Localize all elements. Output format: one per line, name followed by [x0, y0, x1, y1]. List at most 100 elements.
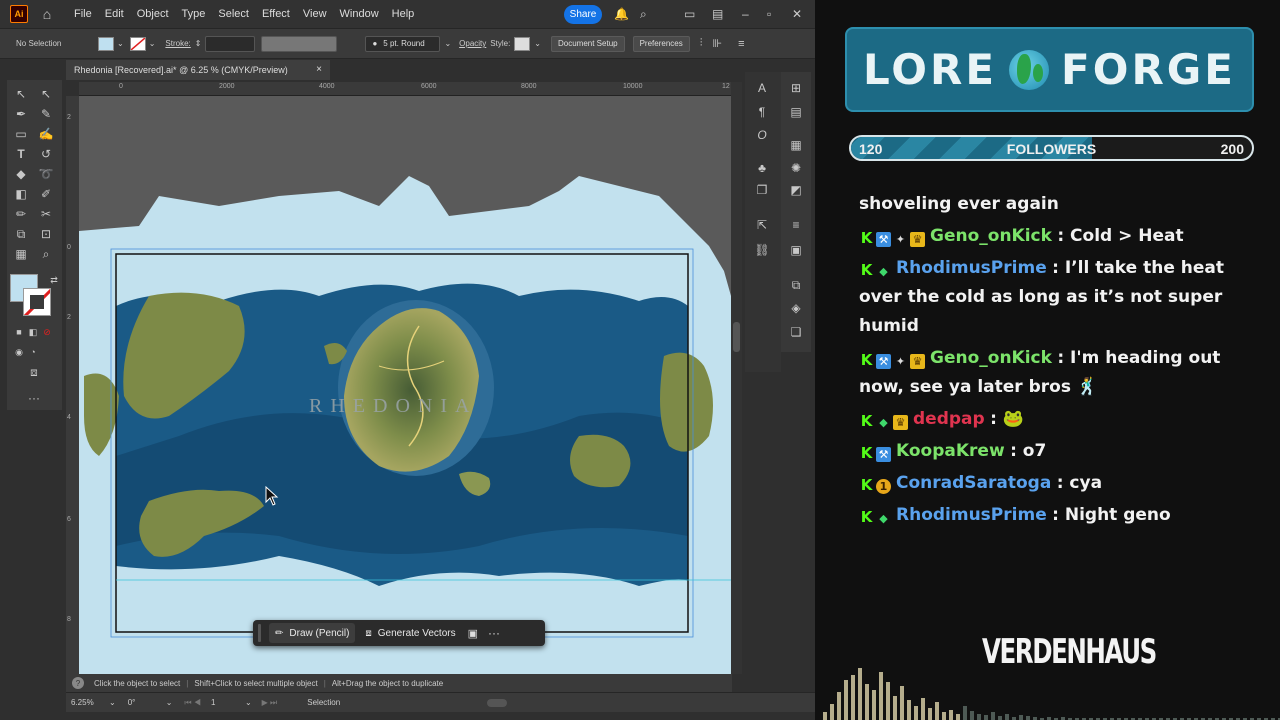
- pathfinder-icon[interactable]: ⧉: [788, 277, 804, 293]
- graph-tool-icon[interactable]: ▦: [12, 246, 30, 262]
- menu-file[interactable]: File: [74, 8, 92, 20]
- fill-swatch[interactable]: [98, 36, 114, 51]
- symbols-icon[interactable]: ♣: [754, 160, 770, 176]
- opacity-label[interactable]: Opacity: [459, 39, 486, 48]
- preferences-button[interactable]: Preferences: [632, 35, 690, 52]
- curvature-tool-icon[interactable]: ✎: [37, 106, 55, 122]
- transform-icon[interactable]: ⊪: [712, 37, 722, 50]
- bell-icon[interactable]: 🔔: [614, 7, 629, 21]
- help-icon[interactable]: ?: [72, 677, 84, 689]
- document-tab[interactable]: Rhedonia [Recovered].ai* @ 6.25 % (CMYK/…: [66, 60, 330, 80]
- rectangle-tool-icon[interactable]: ▭: [12, 126, 30, 142]
- rotation-value[interactable]: 0°: [128, 698, 166, 707]
- more-tools-icon[interactable]: ···: [25, 390, 43, 406]
- properties-icon[interactable]: ⊞: [788, 80, 804, 96]
- width-tool-icon[interactable]: ✂: [37, 206, 55, 222]
- swap-icon[interactable]: ⇄: [45, 272, 63, 288]
- canvas[interactable]: RHEDONIA: [79, 96, 731, 674]
- layers-icon[interactable]: ◈: [788, 300, 804, 316]
- type-tool-icon[interactable]: T: [12, 146, 30, 162]
- draw-inside-icon[interactable]: ◔: [24, 344, 42, 360]
- vertical-scrollbar[interactable]: [731, 82, 742, 674]
- menu-effect[interactable]: Effect: [262, 8, 290, 20]
- paragraph-icon[interactable]: ¶: [754, 104, 770, 120]
- document-setup-button[interactable]: Document Setup: [551, 35, 625, 52]
- chevron-down-icon[interactable]: ⌄: [444, 39, 451, 48]
- graphic-styles-icon[interactable]: ❐: [754, 182, 770, 198]
- brush-field[interactable]: ● 5 pt. Round: [365, 35, 441, 52]
- draw-pencil-button[interactable]: ✏ Draw (Pencil): [269, 623, 356, 643]
- menu-view[interactable]: View: [303, 8, 327, 20]
- export-icon[interactable]: ⇱: [754, 217, 770, 233]
- close-tab-icon[interactable]: ×: [316, 64, 322, 75]
- share-button[interactable]: Share: [564, 5, 602, 24]
- artboard-tool-icon[interactable]: ⊡: [37, 226, 55, 242]
- chevron-down-icon[interactable]: ⌄: [109, 698, 116, 707]
- minimize-icon[interactable]: –: [742, 7, 749, 21]
- screen-mode-icon[interactable]: ⧈: [25, 364, 43, 380]
- eyedropper-tool-icon[interactable]: ✐: [37, 186, 55, 202]
- stepper-icon[interactable]: ⇕: [195, 39, 202, 48]
- search-icon[interactable]: ⌕: [640, 7, 647, 22]
- stroke-panel-icon[interactable]: ≡: [788, 217, 804, 233]
- chevron-down-icon[interactable]: ⌄: [245, 698, 252, 707]
- paintbrush-tool-icon[interactable]: ✍: [37, 126, 55, 142]
- variable-width-field[interactable]: [261, 35, 338, 52]
- menu-window[interactable]: Window: [340, 8, 379, 20]
- style-swatch[interactable]: [514, 36, 531, 51]
- character-icon[interactable]: A: [754, 80, 770, 96]
- artboard-nav-prev-icon[interactable]: ⏮ ◀: [184, 698, 201, 708]
- layers-panel-icon[interactable]: ▤: [788, 104, 804, 120]
- swatches-icon[interactable]: ▦: [788, 137, 804, 153]
- stroke-color-icon[interactable]: [23, 288, 51, 316]
- shape-builder-tool-icon[interactable]: ⧉: [12, 226, 30, 242]
- zoom-level[interactable]: 6.25%: [71, 698, 109, 707]
- opentype-icon[interactable]: O: [754, 127, 770, 143]
- menu-edit[interactable]: Edit: [105, 8, 124, 20]
- align-icon[interactable]: ⫶: [700, 37, 703, 50]
- zoom-tool-icon[interactable]: ⌕: [37, 246, 55, 262]
- workspace-icon[interactable]: ▤: [712, 7, 723, 21]
- image-icon[interactable]: ▣: [468, 627, 478, 640]
- generate-vectors-button[interactable]: ⧈ Generate Vectors: [359, 623, 461, 643]
- stroke-label[interactable]: Stroke:: [165, 39, 190, 48]
- menu-object[interactable]: Object: [137, 8, 169, 20]
- pen-tool-icon[interactable]: ✒: [12, 106, 30, 122]
- direct-selection-tool-icon[interactable]: ↖: [37, 86, 55, 102]
- close-icon[interactable]: ✕: [792, 7, 802, 21]
- artboard-number[interactable]: 1: [211, 698, 245, 707]
- selection-tool-icon[interactable]: ↖: [12, 86, 30, 102]
- chevron-down-icon[interactable]: ⌄: [534, 39, 541, 48]
- menu-help[interactable]: Help: [392, 8, 415, 20]
- stroke-swatch[interactable]: [129, 36, 146, 51]
- gradient-icon[interactable]: ◩: [788, 182, 804, 198]
- horizontal-scroll-thumb[interactable]: [487, 698, 508, 707]
- chevron-down-icon[interactable]: ⌄: [117, 39, 124, 48]
- pencil-tool-icon[interactable]: ✏: [12, 206, 30, 222]
- arrange-icon[interactable]: ▭: [684, 7, 695, 21]
- transparency-icon[interactable]: ▣: [788, 242, 804, 258]
- links-icon[interactable]: ⛓: [754, 242, 770, 258]
- rotate-tool-icon[interactable]: ↺: [37, 146, 55, 162]
- gradient-tool-icon[interactable]: ◧: [12, 186, 30, 202]
- more-options-icon[interactable]: ···: [488, 626, 500, 640]
- chevron-down-icon[interactable]: ⌄: [149, 39, 156, 48]
- stroke-weight-field[interactable]: [205, 35, 256, 52]
- artboards-icon[interactable]: ❏: [788, 324, 804, 340]
- none-mode-icon[interactable]: ⊘: [38, 324, 56, 340]
- menu-icon[interactable]: ≡: [738, 38, 744, 50]
- artboard-nav-next-icon[interactable]: ▶ ⏭: [262, 698, 278, 708]
- rhedonia-map[interactable]: RHEDONIA: [79, 96, 731, 674]
- menu-type[interactable]: Type: [182, 8, 206, 20]
- menu-select[interactable]: Select: [218, 8, 249, 20]
- kick-badge-icon: K: [860, 351, 873, 369]
- scroll-thumb[interactable]: [733, 322, 740, 352]
- eraser-tool-icon[interactable]: ◆: [12, 166, 30, 182]
- home-icon[interactable]: ⌂: [38, 5, 56, 23]
- lasso-tool-icon[interactable]: ➰: [37, 166, 55, 182]
- ruler-label: 4: [67, 414, 71, 421]
- chevron-down-icon[interactable]: ⌄: [166, 698, 173, 707]
- maximize-icon[interactable]: ▫: [767, 7, 771, 21]
- drag-handle-icon[interactable]: [258, 624, 261, 642]
- brushes-icon[interactable]: ✺: [788, 160, 804, 176]
